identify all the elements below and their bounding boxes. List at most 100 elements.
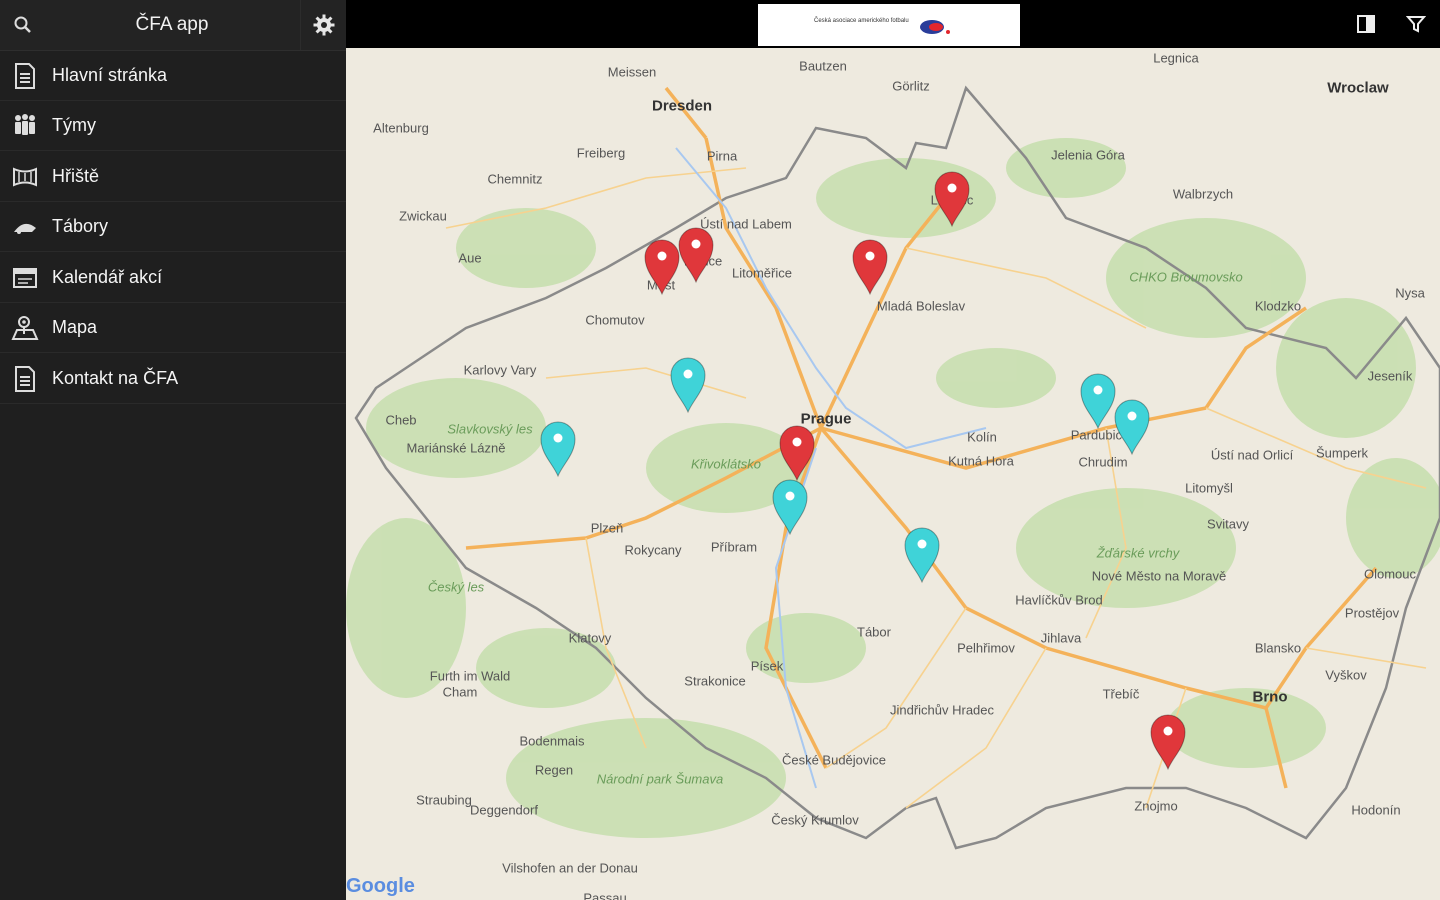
city-label: Passau xyxy=(583,890,627,900)
city-label: Deggendorf xyxy=(470,802,538,818)
city-label: Chemnitz xyxy=(487,171,543,187)
city-label: Český Krumlov xyxy=(771,812,859,828)
city-label: Bautzen xyxy=(799,58,847,74)
layout-toggle-button[interactable] xyxy=(1352,10,1380,38)
red-map-marker[interactable] xyxy=(778,424,816,482)
city-label: Straubing xyxy=(416,792,472,808)
city-label: Regen xyxy=(534,762,574,778)
map-pin-icon xyxy=(852,239,888,296)
cyan-map-marker[interactable] xyxy=(669,356,707,414)
map-icon xyxy=(0,303,50,353)
red-map-marker[interactable] xyxy=(1149,713,1187,771)
sidebar-item-label: Hlavní stránka xyxy=(52,65,168,85)
document-icon xyxy=(0,51,50,101)
city-label: Slavkovský les xyxy=(447,421,533,437)
navigation-drawer: ČFA app Hlavní stránka Týmy Hřiště Tábor… xyxy=(0,0,346,900)
city-label: Jelenia Góra xyxy=(1051,147,1125,163)
city-label: Vilshofen an der Donau xyxy=(502,860,638,876)
city-label: České Budějovice xyxy=(781,752,887,768)
city-label: Jindřichův Hradec xyxy=(889,702,995,718)
city-label: Wroclaw xyxy=(1327,79,1389,97)
sidebar-item-label: Kontakt na ČFA xyxy=(52,368,179,388)
sidebar-item-label: Mapa xyxy=(52,317,98,337)
sidebar-item-fields[interactable]: Hřiště xyxy=(0,152,346,202)
city-label: Plzeň xyxy=(590,520,624,536)
city-label: Pirna xyxy=(706,148,738,164)
cyan-map-marker[interactable] xyxy=(771,478,809,536)
sidebar-item-main-page[interactable]: Hlavní stránka xyxy=(0,51,346,101)
red-map-marker[interactable] xyxy=(851,238,889,296)
map-view[interactable]: Dresden Bautzen Görlitz Legnica Wroclaw Meiss… xyxy=(346,48,1440,900)
filter-button[interactable] xyxy=(1402,10,1430,38)
city-label: Klatovy xyxy=(568,630,612,646)
city-label: Ústí nad Orlicí xyxy=(1210,447,1294,463)
red-map-marker[interactable] xyxy=(643,238,681,296)
sidebar-item-teams[interactable]: Týmy xyxy=(0,101,346,151)
sidebar-item-calendar[interactable]: Kalendář akcí xyxy=(0,253,346,303)
city-label: Rokycany xyxy=(624,542,682,558)
ad-banner[interactable]: Česká asociace amerického fotbalu xyxy=(758,4,1020,46)
city-label: Písek xyxy=(750,658,784,674)
city-label: Znojmo xyxy=(1134,798,1178,814)
city-label: Olomouc xyxy=(1363,566,1417,582)
document-icon xyxy=(0,354,50,404)
cyan-map-marker[interactable] xyxy=(1079,372,1117,430)
map-pin-icon xyxy=(678,227,714,284)
app-window: ČFA app Hlavní stránka Týmy Hřiště Tábor… xyxy=(0,0,1440,900)
city-label: Karlovy Vary xyxy=(463,362,537,378)
search-icon xyxy=(14,16,31,33)
red-map-marker[interactable] xyxy=(933,170,971,228)
drawer-header: ČFA app xyxy=(0,0,346,51)
city-label: Žďárské vrchy xyxy=(1096,545,1180,561)
city-label: Tábor xyxy=(857,624,891,640)
red-map-marker[interactable] xyxy=(677,226,715,284)
city-label: Litoměřice xyxy=(732,265,792,281)
city-label: Freiberg xyxy=(576,145,626,161)
map-pin-icon xyxy=(772,479,808,536)
map-pin-icon xyxy=(1080,373,1116,430)
cyan-map-marker[interactable] xyxy=(539,420,577,478)
google-logo: Google xyxy=(346,875,415,898)
sidebar-item-label: Týmy xyxy=(52,115,96,135)
sidebar-item-camps[interactable]: Tábory xyxy=(0,202,346,252)
city-label: Svitavy xyxy=(1207,516,1249,532)
city-label: Kolín xyxy=(967,429,997,445)
sidebar-item-label: Tábory xyxy=(52,216,109,236)
city-label: Nysa xyxy=(1395,285,1425,301)
city-label: Havlíčkův Brod xyxy=(1015,592,1103,608)
city-label: CHKO Broumovsko xyxy=(1129,269,1243,285)
city-label: Furth im Wald xyxy=(429,668,511,684)
city-label: Klodzko xyxy=(1254,298,1302,314)
sidebar-item-map[interactable]: Mapa xyxy=(0,303,346,353)
calendar-icon xyxy=(0,253,50,303)
city-label: Altenburg xyxy=(373,120,429,136)
sidebar-item-label: Hřiště xyxy=(52,166,100,186)
city-label: Blansko xyxy=(1254,640,1302,656)
map-pin-icon xyxy=(904,527,940,584)
map-pin-icon xyxy=(934,171,970,228)
ad-text: Česká asociace amerického fotbalu xyxy=(814,18,909,24)
city-label: Aue xyxy=(458,250,482,266)
columns-icon xyxy=(1357,15,1375,33)
attribution-text: Google xyxy=(346,875,415,897)
city-label: Pelhřimov xyxy=(957,640,1015,656)
app-title: ČFA app xyxy=(135,14,209,35)
sidebar-item-contact[interactable]: Kontakt na ČFA xyxy=(0,354,346,404)
gear-icon xyxy=(313,14,335,36)
city-label: Dresden xyxy=(651,97,713,115)
settings-button[interactable] xyxy=(300,0,347,50)
map-pin-icon xyxy=(670,357,706,414)
cyan-map-marker[interactable] xyxy=(1113,398,1151,456)
search-button[interactable] xyxy=(0,0,46,50)
city-label: Chomutov xyxy=(585,312,645,328)
city-label: Cham xyxy=(442,684,478,700)
cyan-map-marker[interactable] xyxy=(903,526,941,584)
city-label: Zwickau xyxy=(399,208,447,224)
map-pin-icon xyxy=(540,421,576,478)
city-label: Nové Město na Moravě xyxy=(1091,568,1227,584)
city-label: Vyškov xyxy=(1325,667,1367,683)
map-pin-icon xyxy=(1114,399,1150,456)
city-label: Třebíč xyxy=(1102,686,1140,702)
city-label: Jihlava xyxy=(1040,630,1082,646)
city-label: Legnica xyxy=(1153,50,1199,66)
